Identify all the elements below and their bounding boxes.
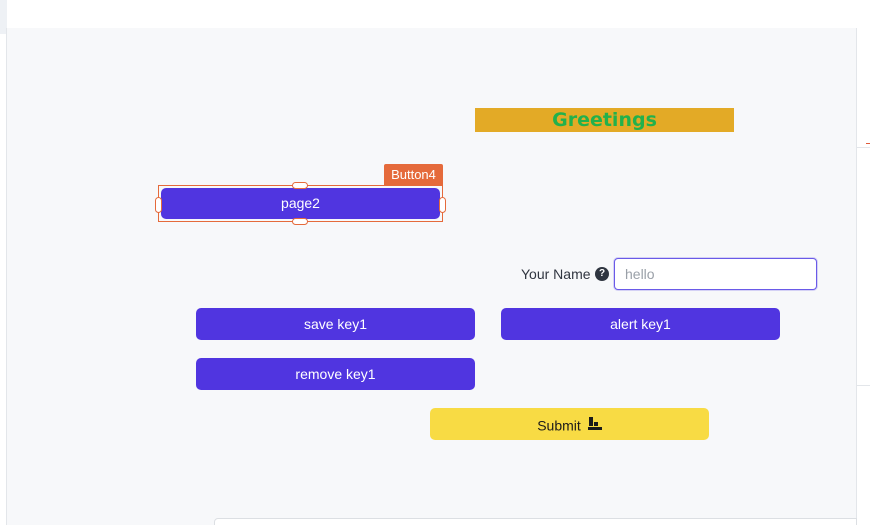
save-key-button[interactable]: save key1 — [196, 308, 475, 340]
submit-button-label: Submit — [537, 417, 581, 434]
help-icon[interactable]: ? — [595, 267, 609, 281]
bottom-container — [214, 518, 857, 525]
resize-handle-bottom[interactable] — [292, 218, 308, 225]
page2-button[interactable]: page2 — [161, 188, 440, 219]
stamp-icon — [587, 416, 602, 430]
app-root: Greetings Button4 page2 Your Name ? save… — [0, 0, 870, 525]
right-panel-marker — [866, 143, 870, 144]
resize-handle-top[interactable] — [292, 182, 308, 189]
submit-button[interactable]: Submit — [430, 408, 709, 440]
remove-key-button[interactable]: remove key1 — [196, 358, 475, 390]
right-panel-edge — [857, 0, 870, 525]
greeting-heading: Greetings — [475, 108, 734, 132]
alert-key-button[interactable]: alert key1 — [501, 308, 780, 340]
right-panel-divider — [857, 385, 870, 386]
name-input[interactable] — [614, 258, 817, 290]
name-field-label: Your Name — [521, 266, 591, 282]
resize-handle-right[interactable] — [439, 197, 446, 213]
right-panel-divider — [857, 147, 870, 148]
selected-component-label: Button4 — [384, 164, 443, 185]
resize-handle-left[interactable] — [155, 197, 162, 213]
top-bar — [0, 0, 856, 28]
